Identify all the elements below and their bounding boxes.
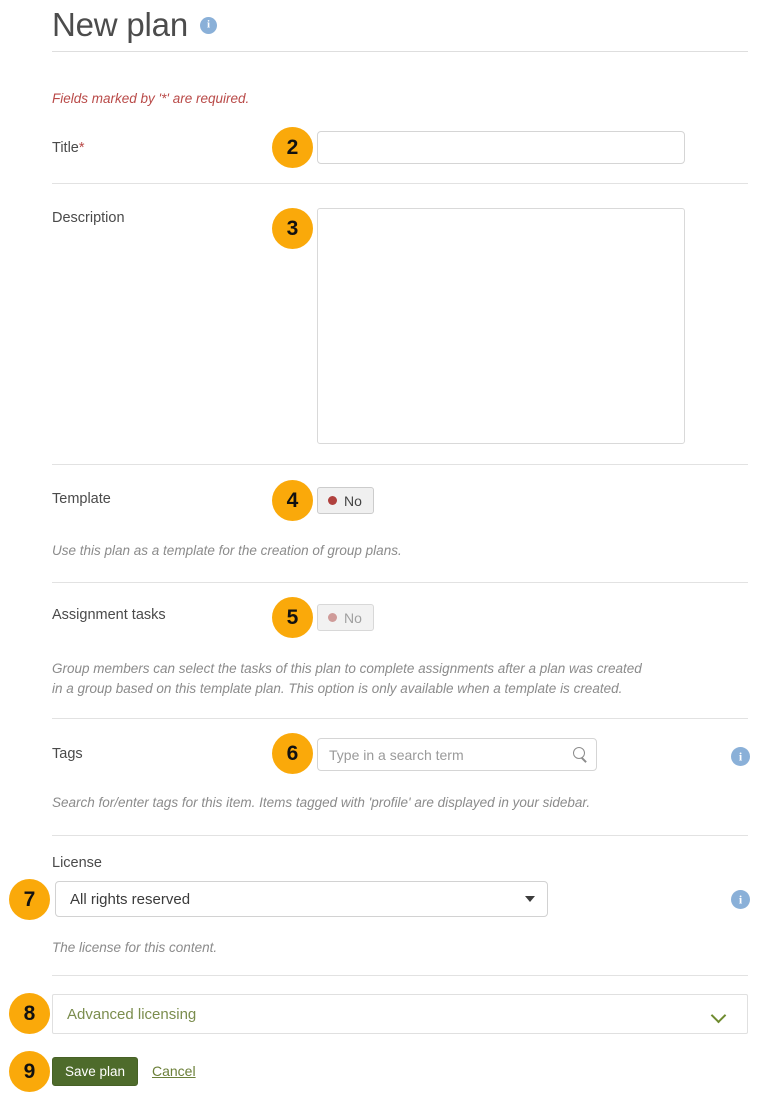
info-icon[interactable]: i [200, 17, 217, 34]
description-label: Description [52, 210, 125, 226]
required-fields-note: Fields marked by '*' are required. [52, 91, 249, 106]
assignment-tasks-toggle-value: No [344, 611, 362, 625]
description-textarea[interactable] [317, 208, 685, 444]
annotation-badge-8: 8 [9, 993, 50, 1034]
page-header: New plan i [52, 0, 748, 52]
assignment-tasks-label: Assignment tasks [52, 607, 166, 623]
annotation-badge-4: 4 [272, 480, 313, 521]
divider-5 [52, 835, 748, 836]
divider-2 [52, 464, 748, 465]
template-toggle-value: No [344, 494, 362, 508]
template-toggle[interactable]: No [317, 487, 374, 514]
annotation-badge-6: 6 [272, 733, 313, 774]
divider-4 [52, 718, 748, 719]
tags-info-icon[interactable]: i [731, 747, 750, 766]
annotation-badge-7: 7 [9, 879, 50, 920]
title-input[interactable] [317, 131, 685, 164]
advanced-licensing-toggle[interactable]: Advanced licensing [52, 994, 748, 1034]
divider-1 [52, 183, 748, 184]
chevron-down-icon[interactable] [525, 896, 535, 902]
toggle-status-dot-icon [328, 613, 337, 622]
title-label: Title* [52, 140, 85, 156]
divider-6 [52, 975, 748, 976]
chevron-down-icon[interactable] [712, 1008, 725, 1021]
search-icon[interactable] [573, 747, 588, 762]
template-label: Template [52, 491, 111, 507]
tags-help-text: Search for/enter tags for this item. Ite… [52, 793, 732, 813]
annotation-badge-3: 3 [272, 208, 313, 249]
title-label-text: Title [52, 140, 79, 156]
advanced-licensing-label: Advanced licensing [67, 1006, 712, 1023]
page-title: New plan [52, 8, 188, 41]
license-select[interactable]: All rights reserved [55, 881, 548, 917]
license-selected-value: All rights reserved [70, 891, 525, 908]
assignment-tasks-toggle[interactable]: No [317, 604, 374, 631]
required-star: * [79, 140, 85, 156]
annotation-badge-5: 5 [272, 597, 313, 638]
tags-placeholder: Type in a search term [329, 747, 573, 763]
toggle-status-dot-icon [328, 496, 337, 505]
annotation-badge-2: 2 [272, 127, 313, 168]
license-help-text: The license for this content. [52, 938, 732, 958]
license-label: License [52, 855, 102, 871]
template-help-text: Use this plan as a template for the crea… [52, 541, 712, 561]
cancel-link[interactable]: Cancel [152, 1063, 196, 1079]
assignment-tasks-help-line2: in a group based on this template plan. … [52, 679, 732, 699]
new-plan-form-page: New plan i Fields marked by '*' are requ… [0, 0, 765, 1100]
annotation-badge-9: 9 [9, 1051, 50, 1092]
tags-search-input[interactable]: Type in a search term [317, 738, 597, 771]
tags-label: Tags [52, 746, 83, 762]
divider-3 [52, 582, 748, 583]
assignment-tasks-help-line1: Group members can select the tasks of th… [52, 659, 732, 679]
license-info-icon[interactable]: i [731, 890, 750, 909]
save-plan-button[interactable]: Save plan [52, 1057, 138, 1086]
